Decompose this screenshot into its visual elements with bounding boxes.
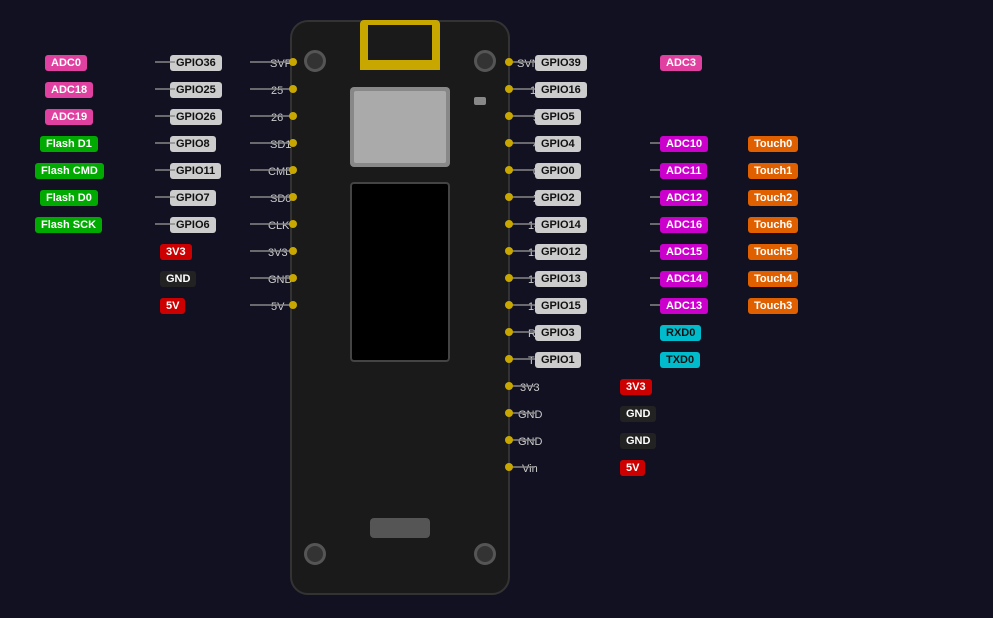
label-touch4: Touch4: [748, 271, 798, 287]
label-3v3-left: 3V3: [160, 244, 192, 260]
pinname-flashd1: SD1: [270, 139, 291, 151]
gpio-39: GPIO39: [535, 55, 587, 71]
oled-screen: [350, 182, 450, 362]
label-adc12: ADC12: [660, 190, 708, 206]
wifi-module: [350, 87, 450, 167]
usb-connector: [370, 518, 430, 538]
label-gnd-right2: GND: [620, 433, 656, 449]
label-flashd0: Flash D0: [40, 190, 98, 206]
pinname-adc19: 26: [271, 112, 283, 124]
pinname-5v-left: 5V: [271, 301, 284, 313]
label-adc14: ADC14: [660, 271, 708, 287]
label-flashcmd: Flash CMD: [35, 163, 104, 179]
gpio-3: GPIO3: [535, 325, 581, 341]
pinname-vin: Vin: [522, 463, 538, 475]
pinname-3v3-right: 3V3: [520, 382, 540, 394]
pinname-adc18: 25: [271, 85, 283, 97]
label-gnd-right1: GND: [620, 406, 656, 422]
label-flashd1: Flash D1: [40, 136, 98, 152]
antenna-inner: [368, 25, 432, 60]
chip-inner: [354, 91, 446, 163]
hole-bottom-right: [474, 543, 496, 565]
label-gnd-left: GND: [160, 271, 196, 287]
gpio-15: GPIO15: [535, 298, 587, 314]
gpio-flashd0: GPIO7: [170, 190, 216, 206]
label-5v-right: 5V: [620, 460, 645, 476]
pinname-flashcmd: CMD: [268, 166, 293, 178]
label-touch5: Touch5: [748, 244, 798, 260]
antenna: [360, 20, 440, 70]
label-touch6: Touch6: [748, 217, 798, 233]
gpio-1: GPIO1: [535, 352, 581, 368]
label-adc13: ADC13: [660, 298, 708, 314]
label-adc15: ADC15: [660, 244, 708, 260]
gpio-flashsck: GPIO6: [170, 217, 216, 233]
label-flashsck: Flash SCK: [35, 217, 102, 233]
pinname-gnd-right1: GND: [518, 409, 542, 421]
pinname-flashsck: CLK: [268, 220, 289, 232]
diagram-container: ADC0 GPIO36 SVP ADC18 GPIO25 25 ADC19 GP…: [0, 0, 993, 618]
gpio-0: GPIO0: [535, 163, 581, 179]
gpio-12: GPIO12: [535, 244, 587, 260]
label-adc10: ADC10: [660, 136, 708, 152]
gpio-adc19: GPIO26: [170, 109, 222, 125]
gpio-adc18: GPIO25: [170, 82, 222, 98]
label-adc18: ADC18: [45, 82, 93, 98]
gpio-adc0: GPIO36: [170, 55, 222, 71]
pinname-3v3-left: 3V3: [268, 247, 288, 259]
label-txd0: TXD0: [660, 352, 700, 368]
gpio-14: GPIO14: [535, 217, 587, 233]
reset-button[interactable]: [474, 97, 486, 105]
label-touch1: Touch1: [748, 163, 798, 179]
pinname-gnd-left: GND: [268, 274, 292, 286]
gpio-flashd1: GPIO8: [170, 136, 216, 152]
label-adc11: ADC11: [660, 163, 707, 179]
gpio-5: GPIO5: [535, 109, 581, 125]
gpio-4: GPIO4: [535, 136, 581, 152]
gpio-flashcmd: GPIO11: [170, 163, 221, 179]
hole-top-right: [474, 50, 496, 72]
gpio-16: GPIO16: [535, 82, 587, 98]
label-5v-left: 5V: [160, 298, 185, 314]
label-touch2: Touch2: [748, 190, 798, 206]
hole-bottom-left: [304, 543, 326, 565]
label-adc19: ADC19: [45, 109, 93, 125]
label-rxd0: RXD0: [660, 325, 701, 341]
gpio-2: GPIO2: [535, 190, 581, 206]
hole-top-left: [304, 50, 326, 72]
label-adc16: ADC16: [660, 217, 708, 233]
label-3v3-right: 3V3: [620, 379, 652, 395]
pcb-board: [290, 20, 510, 595]
label-adc3: ADC3: [660, 55, 702, 71]
gpio-13: GPIO13: [535, 271, 587, 287]
pinname-adc0: SVP: [270, 58, 292, 70]
label-touch3: Touch3: [748, 298, 798, 314]
label-touch0: Touch0: [748, 136, 798, 152]
pinname-flashd0: SD0: [270, 193, 291, 205]
pinname-gnd-right2: GND: [518, 436, 542, 448]
label-adc0: ADC0: [45, 55, 87, 71]
